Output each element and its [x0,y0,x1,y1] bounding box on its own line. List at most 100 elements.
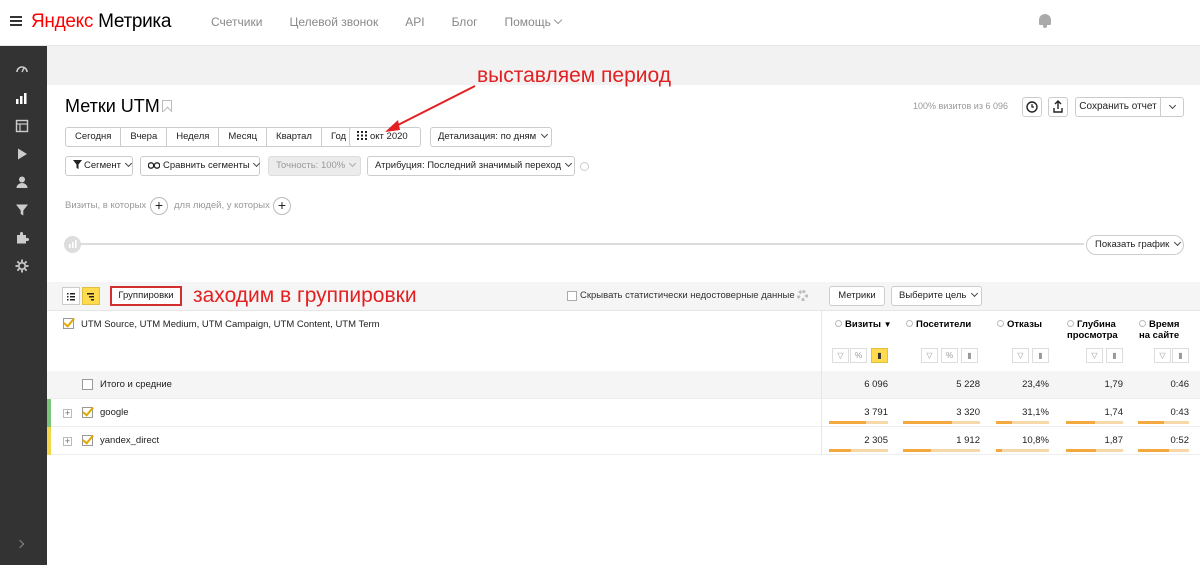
metric-cell: 31,1% [1022,407,1049,418]
add-visit-condition-button[interactable]: + [150,197,168,215]
expand-icon[interactable]: + [63,409,72,418]
annotation-period: выставляем период [477,64,671,87]
metric-cell: 1 912 [956,435,980,446]
add-people-condition-button[interactable]: + [273,197,291,215]
filter-icon[interactable]: ▽ [832,348,849,363]
visits-note: 100% визитов из 6 096 [913,101,1008,111]
info-icon [1067,320,1074,327]
segment-dropdown[interactable]: Сегмент [65,156,133,176]
period-month[interactable]: Месяц [219,128,268,146]
layout-icon[interactable] [15,119,29,133]
play-icon[interactable] [15,147,29,161]
metric-bar-fill [829,421,866,424]
nav-api[interactable]: API [405,15,424,29]
period-today[interactable]: Сегодня [66,128,122,146]
metric-bar-fill [903,449,931,452]
select-goal-label: Выберите цель [899,290,967,301]
save-report-dropdown[interactable] [1160,97,1184,117]
top-bar: Яндекс Метрика Счетчики Целевой звонок A… [0,0,1200,46]
chart-icon[interactable]: ▮ [1106,348,1123,363]
select-goal-dropdown[interactable]: Выберите цель [891,286,982,306]
chart-icon[interactable]: ▮ [1032,348,1049,363]
metric-bar [829,421,888,424]
filter-icon[interactable]: ▽ [921,348,938,363]
logo[interactable]: Яндекс Метрика [31,11,171,33]
metric-header-depth[interactable]: Глубина просмотра [1067,319,1127,341]
bell-icon[interactable] [1038,12,1052,28]
filter-icon[interactable] [15,203,29,217]
menu-icon[interactable] [10,16,22,26]
metric-header-bounce[interactable]: Отказы [997,319,1042,330]
save-report-button[interactable]: Сохранить отчет [1075,97,1161,117]
groupings-button[interactable]: Группировки [110,286,182,306]
page-title: Метки UTM [65,96,160,116]
metric-header-time-line2: на сайте [1139,330,1180,341]
gear-icon[interactable] [15,259,29,273]
nav-counters[interactable]: Счетчики [211,15,262,29]
metric-header-visitors[interactable]: Посетители [906,319,971,330]
dimension-checkbox[interactable] [63,318,74,329]
history-button[interactable] [1022,97,1042,117]
list-view-button[interactable] [62,287,80,305]
chevron-down-icon [1173,238,1182,247]
sort-desc-icon: ▼ [883,320,892,329]
metric-bar-fill [1066,421,1095,424]
hide-unreliable-label: Скрывать статистически недостоверные дан… [580,290,795,301]
hide-unreliable-checkbox[interactable] [567,291,577,301]
period-quarter[interactable]: Квартал [267,128,322,146]
chart-icon[interactable]: ▮ [871,348,888,363]
period-yesterday[interactable]: Вчера [121,128,168,146]
row-checkbox[interactable] [82,379,93,390]
expand-icon[interactable]: + [63,437,72,446]
segment-label: Сегмент [84,160,122,171]
accuracy-dropdown[interactable]: Точность: 100% [268,156,361,176]
metric-bar-fill [829,449,852,452]
chevron-down-icon [348,159,356,168]
sidebar-expand-icon[interactable] [15,539,25,549]
dimension-header-label: UTM Source, UTM Medium, UTM Campaign, UT… [81,319,380,330]
metric-header-visits[interactable]: Визиты ▼ [835,319,892,330]
metric-cell: 10,8% [1022,435,1049,446]
puzzle-icon[interactable] [15,231,29,245]
row-checkbox[interactable] [82,407,93,418]
metric-bar [996,421,1049,424]
chevron-down-icon [970,289,979,298]
metric-cell: 0:46 [1170,379,1190,390]
row-color-marker [47,399,51,427]
nav-blog[interactable]: Блог [452,15,478,29]
reports-icon[interactable] [15,91,29,105]
chart-icon[interactable]: ▮ [1172,348,1189,363]
compare-segments-dropdown[interactable]: Сравнить сегменты [140,156,261,176]
chart-icon[interactable]: ▮ [961,348,978,363]
timeline-knob[interactable] [64,236,81,253]
tree-view-button[interactable] [82,287,100,305]
info-icon[interactable] [580,162,589,171]
row-checkbox[interactable] [82,435,93,446]
row-color-marker [47,427,51,455]
filter-icon[interactable]: ▽ [1012,348,1029,363]
percent-icon[interactable]: % [941,348,958,363]
metric-bar-fill [1066,449,1097,452]
calendar-icon [357,131,367,140]
chevron-down-icon [540,130,548,139]
period-week[interactable]: Неделя [167,128,220,146]
row-label[interactable]: google [100,407,129,418]
export-button[interactable] [1048,97,1068,117]
row-label[interactable]: yandex_direct [100,435,159,446]
table-settings-gear-icon[interactable] [797,290,808,301]
filter-icon[interactable]: ▽ [1086,348,1103,363]
metric-header-time[interactable]: Время на сайте [1139,319,1189,341]
nav-call[interactable]: Целевой звонок [289,15,378,29]
chevron-down-icon [124,159,132,168]
user-icon[interactable] [15,175,29,189]
filter-icon[interactable]: ▽ [1154,348,1171,363]
logo-product: Метрика [98,11,172,32]
dashboard-icon[interactable] [15,62,29,76]
metrics-button[interactable]: Метрики [829,286,885,306]
metric-cell: 1,87 [1104,435,1124,446]
percent-icon[interactable]: % [850,348,867,363]
bookmark-icon[interactable] [162,100,172,112]
nav-help[interactable]: Помощь [505,15,563,29]
attribution-dropdown[interactable]: Атрибуция: Последний значимый переход [367,156,575,176]
show-graph-button[interactable]: Показать график [1086,235,1184,255]
